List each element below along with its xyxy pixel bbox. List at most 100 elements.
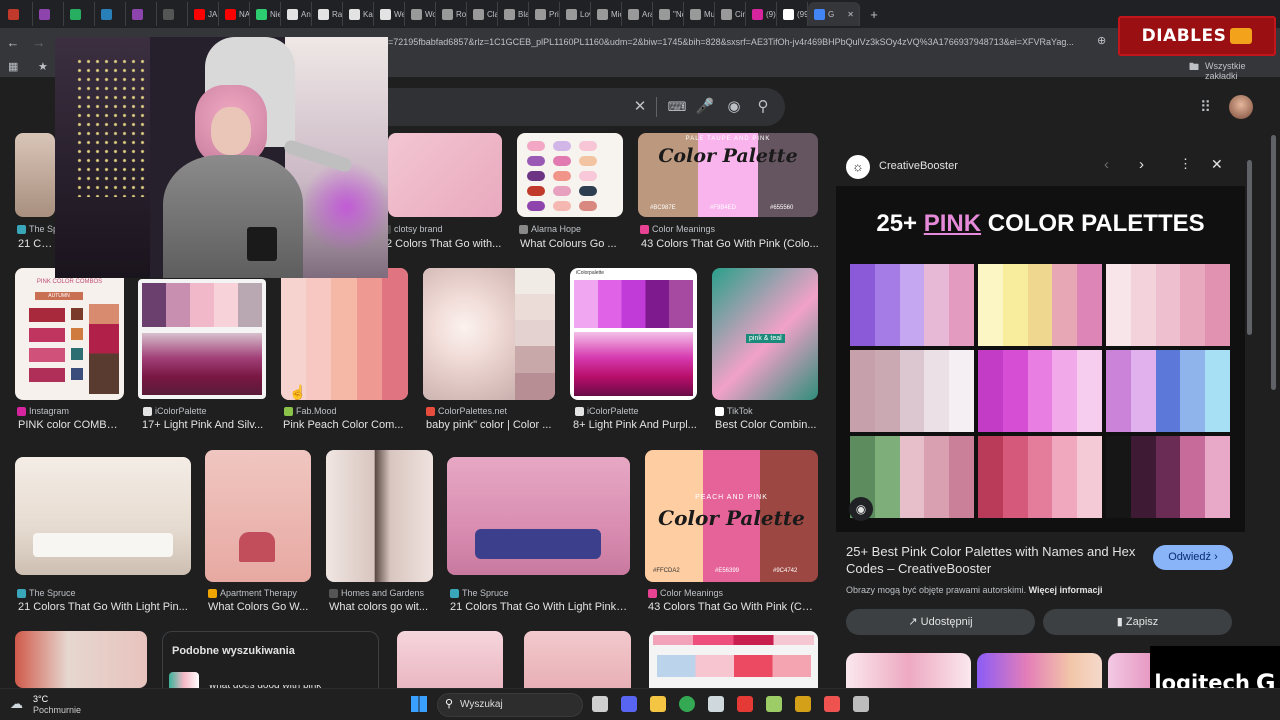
browser-tab[interactable]: Cin (715, 2, 746, 26)
browser-tab[interactable]: Kait (343, 2, 374, 26)
result-image[interactable]: PALE TAUPE AND PINK Color Palette #BC987… (638, 133, 818, 217)
result-title[interactable]: 8+ Light Pink And Purpl... (573, 419, 697, 431)
browser-tab[interactable]: Nie (250, 2, 281, 26)
browser-tab[interactable]: Lov (560, 2, 591, 26)
search-input[interactable]: ✕ ⌨ 🎤 ◉ ⚲ (388, 88, 785, 126)
url-field[interactable]: =72195fbabfad6857&rlz=1C1GCEB_plPL1160PL… (388, 33, 1108, 51)
browser-tab[interactable]: NA (219, 2, 250, 26)
panel-source[interactable]: CreativeBooster (879, 160, 958, 172)
result-title[interactable]: 21 Colors That Go With Light Pin... (18, 601, 191, 613)
result-image[interactable] (517, 133, 623, 217)
result-title[interactable]: What Colours Go ... (520, 238, 630, 250)
app-icon[interactable] (824, 696, 840, 712)
browser-tab[interactable]: "Nc (653, 2, 684, 26)
browser-tab[interactable] (157, 2, 188, 26)
app-icon[interactable] (853, 696, 869, 712)
browser-tab[interactable]: Mic (591, 2, 622, 26)
result-image[interactable]: pink & teal (712, 268, 818, 400)
result-image[interactable] (15, 133, 55, 217)
result-source[interactable]: The Spruce (450, 588, 630, 598)
result-source[interactable]: Color Meanings (640, 224, 818, 234)
result-title[interactable]: 21 Colors That Go With Light Pink f... (450, 601, 630, 613)
file-explorer-icon[interactable] (650, 696, 666, 712)
start-icon[interactable] (411, 696, 427, 712)
apps-icon[interactable]: ▦ (8, 60, 18, 73)
result-source[interactable]: iColorPalette (575, 406, 697, 416)
app-icon[interactable] (708, 696, 724, 712)
related-thumb[interactable] (977, 653, 1102, 688)
visit-button[interactable]: Odwiedź › (1153, 545, 1233, 570)
browser-tab[interactable]: (9) (746, 2, 777, 26)
browser-tab[interactable]: Anı (281, 2, 312, 26)
clear-icon[interactable]: ✕ (630, 88, 650, 126)
result-source[interactable]: Alarna Hope (519, 224, 629, 234)
taskbar-search[interactable]: ⚲ Wyszukaj (437, 693, 583, 717)
panel-result-title[interactable]: 25+ Best Pink Color Palettes with Names … (846, 543, 1142, 577)
result-title[interactable]: 43 Colors That Go With Pink (Col... (648, 601, 818, 613)
result-image[interactable] (524, 631, 631, 688)
browser-tab[interactable] (2, 2, 33, 26)
browser-tab[interactable]: Wo (405, 2, 436, 26)
back-icon[interactable]: ← (0, 35, 26, 50)
result-source[interactable]: iColorPalette (143, 406, 266, 416)
task-view-icon[interactable] (592, 696, 608, 712)
result-image[interactable] (326, 450, 433, 582)
result-image[interactable] (388, 133, 502, 217)
result-source[interactable]: The Sp (17, 224, 55, 234)
browser-tab[interactable]: Clas (467, 2, 498, 26)
browser-tab[interactable]: Blac (498, 2, 529, 26)
related-thumb[interactable] (846, 653, 971, 688)
result-image[interactable]: PEACH AND PINK Color Palette #FFCDA2 #E5… (645, 450, 818, 582)
discord-icon[interactable] (621, 696, 637, 712)
search-icon[interactable]: ⚲ (753, 88, 773, 126)
lens-search-icon[interactable]: ◉ (849, 497, 873, 521)
result-source[interactable]: ColorPalettes.net (426, 406, 555, 416)
result-image[interactable] (281, 268, 408, 400)
zoom-icon[interactable]: ⊕ (1097, 34, 1106, 47)
close-icon[interactable]: ✕ (1211, 156, 1223, 173)
result-title[interactable]: Pink Peach Color Com... (283, 419, 408, 431)
result-image[interactable] (649, 631, 818, 688)
preview-image[interactable]: 25+ PINK COLOR PALETTES ◉ (836, 186, 1245, 532)
more-info-link[interactable]: Więcej informacji (1029, 585, 1103, 595)
app-icon[interactable] (766, 696, 782, 712)
result-image[interactable] (15, 631, 147, 688)
browser-tab[interactable]: Rafı (312, 2, 343, 26)
result-title[interactable]: 43 Colors That Go With Pink (Colo... (641, 238, 819, 250)
result-image[interactable] (423, 268, 555, 400)
chrome-icon[interactable] (679, 696, 695, 712)
result-title[interactable]: Best Color Combin... (715, 419, 818, 431)
browser-tab[interactable] (95, 2, 126, 26)
result-title[interactable]: 17+ Light Pink And Silv... (142, 419, 266, 431)
app-icon[interactable] (737, 696, 753, 712)
result-image[interactable] (205, 450, 311, 582)
result-source[interactable]: clotsy brand (382, 224, 502, 234)
result-source[interactable]: Color Meanings (648, 588, 818, 598)
lens-icon[interactable]: ◉ (724, 88, 744, 126)
previous-icon[interactable]: ‹ (1104, 156, 1109, 173)
result-source[interactable]: Fab.Mood (284, 406, 408, 416)
result-title[interactable]: 2 Colors That Go with... (386, 238, 504, 250)
all-bookmarks-link[interactable]: Wszystkie zakładki (1205, 61, 1280, 81)
result-title[interactable]: baby pink" color | Color ... (426, 419, 555, 431)
browser-tab[interactable]: Mu: (684, 2, 715, 26)
browser-tab[interactable]: Aral (622, 2, 653, 26)
browser-tab[interactable] (64, 2, 95, 26)
keyboard-icon[interactable]: ⌨ (667, 88, 687, 126)
related-thumb[interactable] (1108, 653, 1150, 688)
result-image[interactable] (15, 457, 191, 575)
next-icon[interactable]: › (1139, 156, 1144, 173)
browser-tab[interactable]: G ✕ (808, 2, 860, 26)
browser-tab[interactable] (126, 2, 157, 26)
save-button[interactable]: ▮ Zapisz (1043, 609, 1232, 635)
new-tab-button[interactable]: + (864, 7, 884, 22)
share-button[interactable]: ↗ Udostępnij (846, 609, 1035, 635)
close-tab-icon[interactable]: ✕ (847, 10, 854, 19)
result-source[interactable]: TikTok (715, 406, 818, 416)
result-source[interactable]: Homes and Gardens (329, 588, 433, 598)
result-title[interactable]: What Colors Go W... (208, 601, 311, 613)
more-options-icon[interactable]: ⋮ (1179, 156, 1192, 172)
result-title[interactable]: What colors go wit... (329, 601, 433, 613)
browser-tab[interactable]: (99 (777, 2, 808, 26)
result-image[interactable]: PINK COLOR COMBOS AUTUMN (15, 268, 124, 400)
